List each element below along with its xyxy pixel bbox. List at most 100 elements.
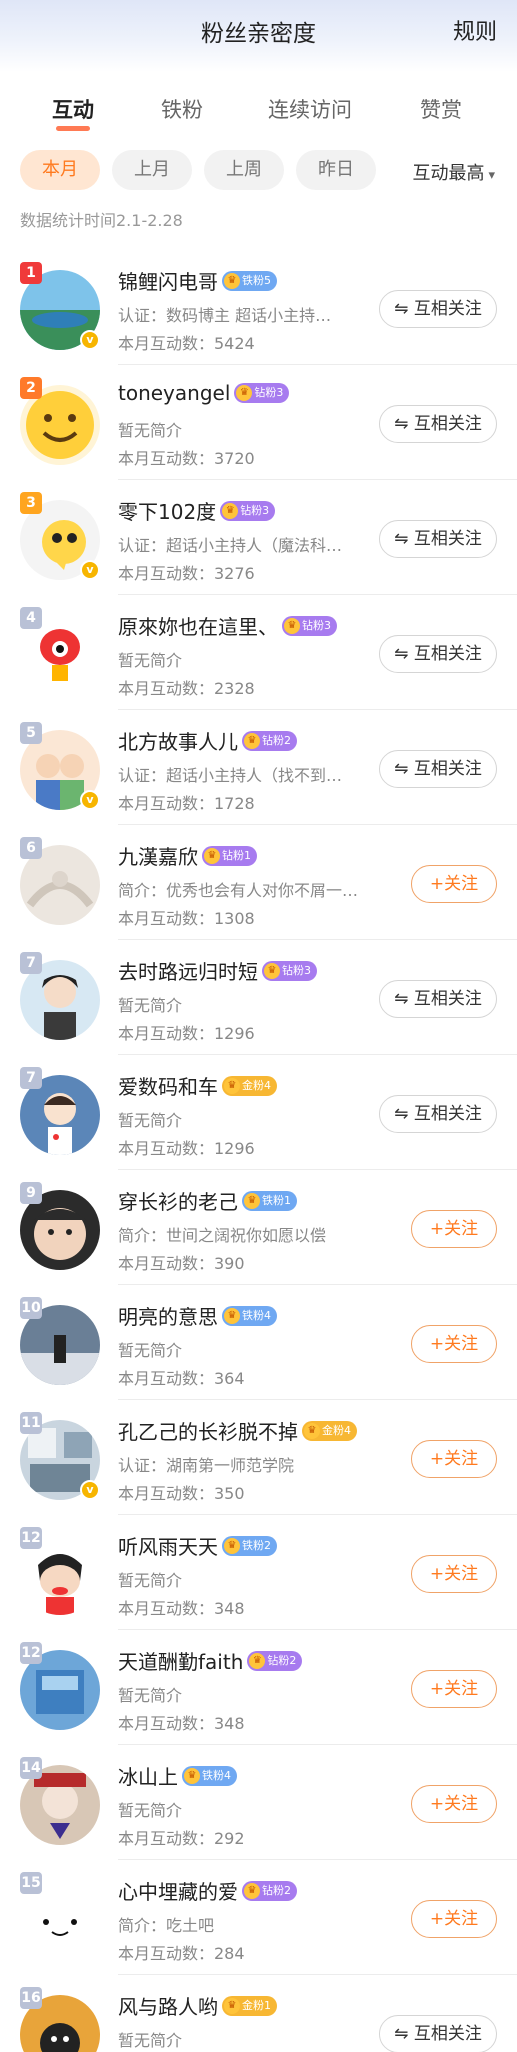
interaction-count: 本月互动数：2328 xyxy=(118,679,255,698)
sort-dropdown[interactable]: 互动最高 ▾ xyxy=(412,159,495,185)
fan-level-badge: ♛ 金粉4 xyxy=(222,1075,277,1096)
fan-name[interactable]: 去时路远归时短 xyxy=(118,960,258,984)
follow-button[interactable]: +关注 xyxy=(411,1670,497,1708)
rules-link[interactable]: 规则 xyxy=(453,14,497,46)
crown-icon: ♛ xyxy=(224,272,240,289)
fan-description: 认证：湖南第一师范学院 xyxy=(118,1456,295,1475)
fan-row[interactable]: 11 v 孔乙己的长衫脱不掉 ♛ 金粉4 认证：湖南第一师范学院 本月互动数：350 +关注 xyxy=(0,1400,517,1515)
fan-name[interactable]: 冰山上 xyxy=(118,1765,178,1789)
follow-button[interactable]: +关注 xyxy=(411,1900,497,1938)
rank-badge: 11 xyxy=(20,1412,42,1434)
filter-last-month[interactable]: 上月 xyxy=(112,150,192,190)
fan-name[interactable]: 北方故事人儿 xyxy=(118,730,238,754)
fan-row[interactable]: 7 去时路远归时短 ♛ 钻粉3 暂无简介 本月互动数：1296 ⇋ 互相关注 xyxy=(0,940,517,1055)
fan-row[interactable]: 16 风与路人哟 ♛ 金粉1 暂无简介 ⇋ 互相关注 xyxy=(0,1975,517,2052)
follow-button[interactable]: +关注 xyxy=(411,1325,497,1363)
fan-name-line: 原來妳也在這里、 ♛ 钻粉3 xyxy=(118,611,337,641)
fan-name-line: 去时路远归时短 ♛ 钻粉3 xyxy=(118,956,317,986)
fan-description: 暂无简介 xyxy=(118,651,183,670)
fan-name[interactable]: 爱数码和车 xyxy=(118,1075,218,1099)
fan-level-badge: ♛ 铁粉1 xyxy=(242,1190,297,1211)
follow-button[interactable]: +关注 xyxy=(411,1785,497,1823)
fan-row[interactable]: 5 v 北方故事人儿 ♛ 钻粉2 认证：超话小主持人（找不到… 本月互动数：1728 ⇋ 互相… xyxy=(0,710,517,825)
fan-name-line: 穿长衫的老己 ♛ 铁粉1 xyxy=(118,1186,297,1216)
filter-last-week[interactable]: 上周 xyxy=(204,150,284,190)
fan-name[interactable]: 穿长衫的老己 xyxy=(118,1190,238,1214)
fan-name[interactable]: 九漢嘉欣 xyxy=(118,845,198,869)
fan-name-line: toneyangel ♛ 钻粉3 xyxy=(118,381,290,411)
mutual-follow-button[interactable]: ⇋ 互相关注 xyxy=(379,980,497,1018)
fan-level-label: 钻粉3 xyxy=(254,386,284,399)
fan-name-line: 锦鲤闪电哥 ♛ 铁粉5 xyxy=(118,266,277,296)
fan-row[interactable]: 7 爱数码和车 ♛ 金粉4 暂无简介 本月互动数：1296 ⇋ 互相关注 xyxy=(0,1055,517,1170)
fan-name[interactable]: 风与路人哟 xyxy=(118,1995,218,2019)
interaction-count: 本月互动数：3720 xyxy=(118,449,255,468)
mutual-follow-button[interactable]: ⇋ 互相关注 xyxy=(379,635,497,673)
fan-name-line: 北方故事人儿 ♛ 钻粉2 xyxy=(118,726,297,756)
fan-name[interactable]: 明亮的意思 xyxy=(118,1305,218,1329)
fan-description: 暂无简介 xyxy=(118,1801,183,1820)
fan-name[interactable]: 听风雨天天 xyxy=(118,1535,218,1559)
tab-interaction[interactable]: 互动 xyxy=(52,94,94,124)
tab-rewards[interactable]: 赞赏 xyxy=(420,94,462,124)
mutual-follow-button[interactable]: ⇋ 互相关注 xyxy=(379,520,497,558)
fan-row[interactable]: 4 原來妳也在這里、 ♛ 钻粉3 暂无简介 本月互动数：2328 ⇋ 互相关注 xyxy=(0,595,517,710)
filter-this-month[interactable]: 本月 xyxy=(20,150,100,190)
fan-description: 暂无简介 xyxy=(118,1341,183,1360)
follow-button[interactable]: +关注 xyxy=(411,865,497,903)
fan-level-badge: ♛ 金粉4 xyxy=(302,1420,357,1441)
rank-badge: 15 xyxy=(20,1872,42,1894)
interaction-count: 本月互动数：292 xyxy=(118,1829,245,1848)
mutual-follow-button[interactable]: ⇋ 互相关注 xyxy=(379,750,497,788)
rank-badge: 12 xyxy=(20,1642,42,1664)
fan-row[interactable]: 6 九漢嘉欣 ♛ 钻粉1 简介：优秀也会有人对你不屑一… 本月互动数：1308 +关注 xyxy=(0,825,517,940)
fan-name[interactable]: 原來妳也在這里、 xyxy=(118,615,278,639)
rank-badge: 3 xyxy=(20,492,42,514)
fan-level-label: 钻粉1 xyxy=(222,848,251,862)
crown-icon: ♛ xyxy=(244,1192,260,1209)
follow-button[interactable]: +关注 xyxy=(411,1440,497,1478)
fan-description: 暂无简介 xyxy=(118,1111,183,1130)
tab-iron-fans[interactable]: 铁粉 xyxy=(161,94,203,124)
fan-level-badge: ♛ 铁粉4 xyxy=(182,1765,237,1786)
fan-level-label: 铁粉1 xyxy=(262,1193,291,1207)
fan-row[interactable]: 9 穿长衫的老己 ♛ 铁粉1 简介：世间之阔祝你如愿以偿 本月互动数：390 +关注 xyxy=(0,1170,517,1285)
fan-row[interactable]: 12 天道酬勤faith ♛ 钻粉2 暂无简介 本月互动数：348 +关注 xyxy=(0,1630,517,1745)
mutual-follow-button[interactable]: ⇋ 互相关注 xyxy=(379,290,497,328)
fan-name[interactable]: 天道酬勤faith xyxy=(118,1650,243,1674)
fan-level-label: 铁粉4 xyxy=(242,1308,271,1322)
fan-name[interactable]: 锦鲤闪电哥 xyxy=(118,270,218,294)
follow-button[interactable]: +关注 xyxy=(411,1555,497,1593)
fan-name[interactable]: 孔乙己的长衫脱不掉 xyxy=(118,1420,298,1444)
crown-icon: ♛ xyxy=(284,617,300,634)
tab-continuous-visits[interactable]: 连续访问 xyxy=(268,94,352,124)
fan-description: 简介：吃土吧 xyxy=(118,1916,215,1935)
filter-yesterday[interactable]: 昨日 xyxy=(296,150,376,190)
fan-row[interactable]: 10 明亮的意思 ♛ 铁粉4 暂无简介 本月互动数：364 +关注 xyxy=(0,1285,517,1400)
fan-name[interactable]: 零下102度 xyxy=(118,500,216,524)
verified-icon: v xyxy=(80,1480,100,1500)
fan-level-badge: ♛ 铁粉5 xyxy=(222,270,277,291)
fan-row[interactable]: 1 v 锦鲤闪电哥 ♛ 铁粉5 认证：数码博主 超话小主持… 本月互动数：5424 ⇋ 互相关… xyxy=(0,250,517,365)
interaction-count: 本月互动数：1296 xyxy=(118,1139,255,1158)
fan-row[interactable]: 12 听风雨天天 ♛ 铁粉2 暂无简介 本月互动数：348 +关注 xyxy=(0,1515,517,1630)
fan-row[interactable]: 14 冰山上 ♛ 铁粉4 暂无简介 本月互动数：292 +关注 xyxy=(0,1745,517,1860)
mutual-follow-button[interactable]: ⇋ 互相关注 xyxy=(379,2015,497,2052)
fan-row[interactable]: 15 心中埋藏的爱 ♛ 钻粉2 简介：吃土吧 本月互动数：284 +关注 xyxy=(0,1860,517,1975)
crown-icon: ♛ xyxy=(244,732,260,749)
fan-level-badge: ♛ 钻粉2 xyxy=(247,1650,303,1671)
follow-button[interactable]: +关注 xyxy=(411,1210,497,1248)
fan-name-line: 明亮的意思 ♛ 铁粉4 xyxy=(118,1301,277,1331)
fan-level-label: 钻粉3 xyxy=(282,963,311,977)
mutual-follow-button[interactable]: ⇋ 互相关注 xyxy=(379,405,497,443)
caret-down-icon: ▾ xyxy=(488,168,495,183)
rank-badge: 7 xyxy=(20,952,42,974)
crown-icon: ♛ xyxy=(304,1422,320,1439)
fan-name[interactable]: 心中埋藏的爱 xyxy=(118,1880,238,1904)
fan-level-label: 金粉4 xyxy=(242,1078,271,1092)
fan-row[interactable]: 2 toneyangel ♛ 钻粉3 暂无简介 本月互动数：3720 ⇋ 互相关注 xyxy=(0,365,517,480)
fan-description: 认证：超话小主持人（找不到… xyxy=(118,766,343,785)
fan-name[interactable]: toneyangel xyxy=(118,381,230,405)
mutual-follow-button[interactable]: ⇋ 互相关注 xyxy=(379,1095,497,1133)
fan-row[interactable]: 3 v 零下102度 ♛ 钻粉3 认证：超话小主持人（魔法科… 本月互动数：3276 ⇋ 互相… xyxy=(0,480,517,595)
